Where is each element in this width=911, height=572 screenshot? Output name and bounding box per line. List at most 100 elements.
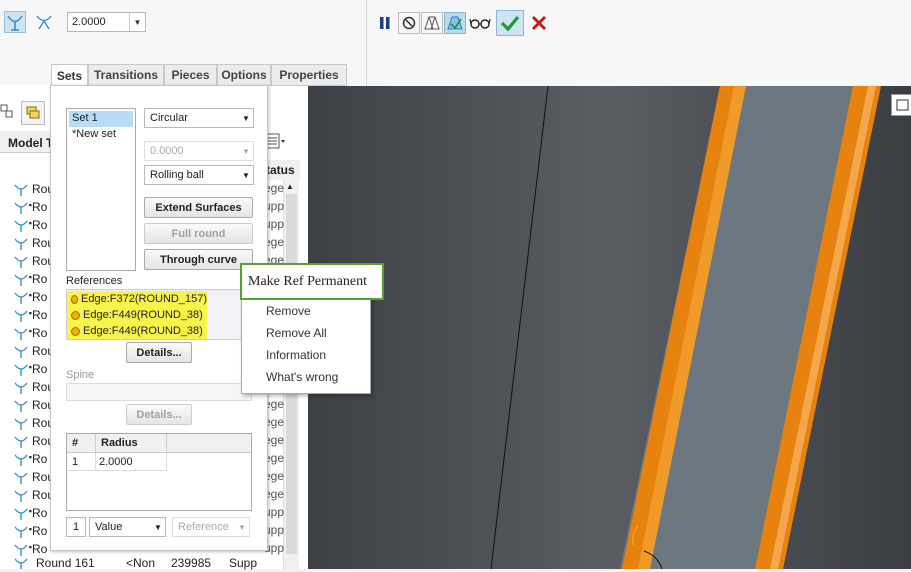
no-preview-icon[interactable]	[398, 12, 420, 34]
round-feature-icon: ▪	[14, 362, 32, 376]
references-list[interactable]: Edge:F372(ROUND_157) Edge:F449(ROUND_38)…	[66, 289, 252, 340]
radius-row-num: 1	[67, 453, 96, 470]
spine-details-button: Details...	[126, 404, 192, 425]
chevron-down-icon[interactable]: ▼	[239, 109, 253, 127]
tree-row-label: Ro	[32, 272, 48, 286]
tree-row-label: Ro	[32, 290, 48, 304]
set-list-item-set-1[interactable]: Set 1	[69, 111, 133, 127]
glasses-icon[interactable]	[469, 12, 491, 34]
edge-ref-icon	[71, 326, 80, 336]
tree-row-label: Ro	[32, 542, 48, 556]
chevron-down-icon: ▼	[242, 146, 250, 156]
reference-item[interactable]: Edge:F449(ROUND_38)	[67, 323, 207, 339]
references-label: References	[66, 275, 123, 287]
chevron-down-icon[interactable]: ▼	[129, 13, 145, 31]
ok-check-icon[interactable]	[496, 10, 524, 36]
radius-value-type: Value	[95, 521, 123, 533]
tab-sets[interactable]: Sets	[51, 64, 88, 86]
round-feature-icon: ▪	[14, 272, 32, 286]
view-orient-icon[interactable]	[891, 94, 911, 116]
radius-reference: Reference	[178, 521, 229, 533]
radius-index-field[interactable]: 1	[66, 517, 86, 537]
menu-item-remove-all[interactable]: Remove All	[266, 326, 327, 340]
menu-item-make-ref-permanent[interactable]: Make Ref Permanent	[240, 263, 384, 300]
tree-row-label: Ro	[32, 218, 48, 232]
radius-table[interactable]: # Radius 1 2.0000	[66, 433, 252, 511]
round-feature-icon	[14, 434, 28, 448]
edge-ref-icon	[71, 310, 80, 320]
round-feature-icon	[14, 470, 28, 484]
references-details-button[interactable]: Details...	[126, 342, 192, 363]
conic-value-select: 0.0000 ▼	[144, 141, 254, 161]
round-feature-icon: ▪	[14, 290, 32, 304]
set-list[interactable]: Set 1 *New set	[66, 108, 136, 271]
round-method-value: Rolling ball	[150, 169, 204, 181]
model-tree-header: Model T	[0, 131, 55, 153]
radius-reference-select: Reference ▼	[172, 517, 250, 537]
tree-row-label: Ro	[32, 452, 48, 466]
reference-label: Edge:F372(ROUND_157)	[81, 293, 207, 305]
radius-value-text: 2.0000	[72, 16, 106, 28]
menu-item-information[interactable]: Information	[266, 348, 326, 362]
cross-section-type-select[interactable]: Circular ▼	[144, 108, 254, 128]
tree-row-round-161[interactable]: Round 161 <Non 239985 Supp	[0, 556, 300, 570]
through-curve-button[interactable]: Through curve	[144, 249, 253, 270]
chevron-down-icon[interactable]: ▼	[151, 518, 165, 536]
tab-properties[interactable]: Properties	[271, 64, 347, 86]
round-feature-icon	[14, 344, 28, 358]
round-feature-icon	[14, 182, 28, 196]
round-feature-icon	[14, 254, 28, 268]
round-feature-icon: ▪	[14, 524, 32, 538]
menu-item-whats-wrong[interactable]: What's wrong	[266, 370, 338, 384]
round-feature-icon: ▪	[14, 506, 32, 520]
chevron-down-icon: ▼	[238, 522, 246, 532]
reference-item[interactable]: Edge:F372(ROUND_157)	[67, 291, 207, 307]
tree-row-col3: 239985	[171, 556, 212, 570]
round-transition-icon[interactable]	[33, 11, 55, 33]
tree-row-label: Ro	[32, 326, 48, 340]
edge-ref-icon	[71, 294, 79, 304]
tree-row-label: Ro	[32, 308, 48, 322]
model-geometry	[308, 86, 911, 569]
reference-item[interactable]: Edge:F449(ROUND_38)	[67, 307, 207, 323]
round-feature-icon	[14, 556, 28, 569]
cancel-x-icon[interactable]	[528, 12, 550, 34]
set-list-item-new-set[interactable]: *New set	[67, 127, 135, 143]
graphics-viewport[interactable]	[308, 86, 911, 569]
table-row[interactable]: 1 2.0000	[67, 453, 167, 471]
tree-row-label: Ro	[32, 506, 48, 520]
menu-item-remove[interactable]: Remove	[266, 304, 311, 318]
round-feature-icon	[14, 236, 28, 250]
layers-icon[interactable]	[21, 101, 45, 125]
round-feature-icon: ▪	[14, 218, 32, 232]
tab-pieces[interactable]: Pieces	[164, 64, 217, 86]
cross-section-type-value: Circular	[150, 112, 188, 124]
radius-table-header-radius: Radius	[96, 434, 167, 452]
pause-icon[interactable]	[374, 12, 396, 34]
round-set-icon[interactable]	[4, 11, 26, 33]
reference-label: Edge:F449(ROUND_38)	[83, 309, 203, 321]
round-feature-icon	[14, 398, 28, 412]
spine-collector	[66, 383, 252, 401]
chevron-down-icon[interactable]: ▼	[239, 166, 253, 184]
round-feature-icon: ▪	[14, 542, 32, 556]
tab-transitions[interactable]: Transitions	[88, 64, 164, 86]
round-feature-icon	[14, 488, 28, 502]
round-feature-icon: ▪	[14, 326, 32, 340]
geometry-preview-icon[interactable]	[421, 12, 443, 34]
radius-value-combo[interactable]: 2.0000 ▼	[67, 12, 146, 32]
verify-icon[interactable]	[444, 12, 466, 34]
tree-row-label: Ro	[32, 524, 48, 538]
tab-options[interactable]: Options	[217, 64, 271, 86]
round-method-select[interactable]: Rolling ball ▼	[144, 165, 254, 185]
radius-value-type-select[interactable]: Value ▼	[89, 517, 166, 537]
reference-list: Edge:F372(ROUND_157) Edge:F449(ROUND_38)…	[67, 291, 207, 339]
radius-row-value[interactable]: 2.0000	[96, 453, 167, 470]
scroll-up-icon[interactable]: ▲	[286, 182, 294, 191]
tree-settings-icon[interactable]	[0, 100, 20, 128]
tree-row-label: Ro	[32, 362, 48, 376]
extend-surfaces-button[interactable]: Extend Surfaces	[144, 197, 253, 218]
toolbar-divider	[366, 0, 367, 86]
tree-row-status: Supp	[229, 556, 258, 570]
radius-table-header-num: #	[67, 434, 96, 452]
